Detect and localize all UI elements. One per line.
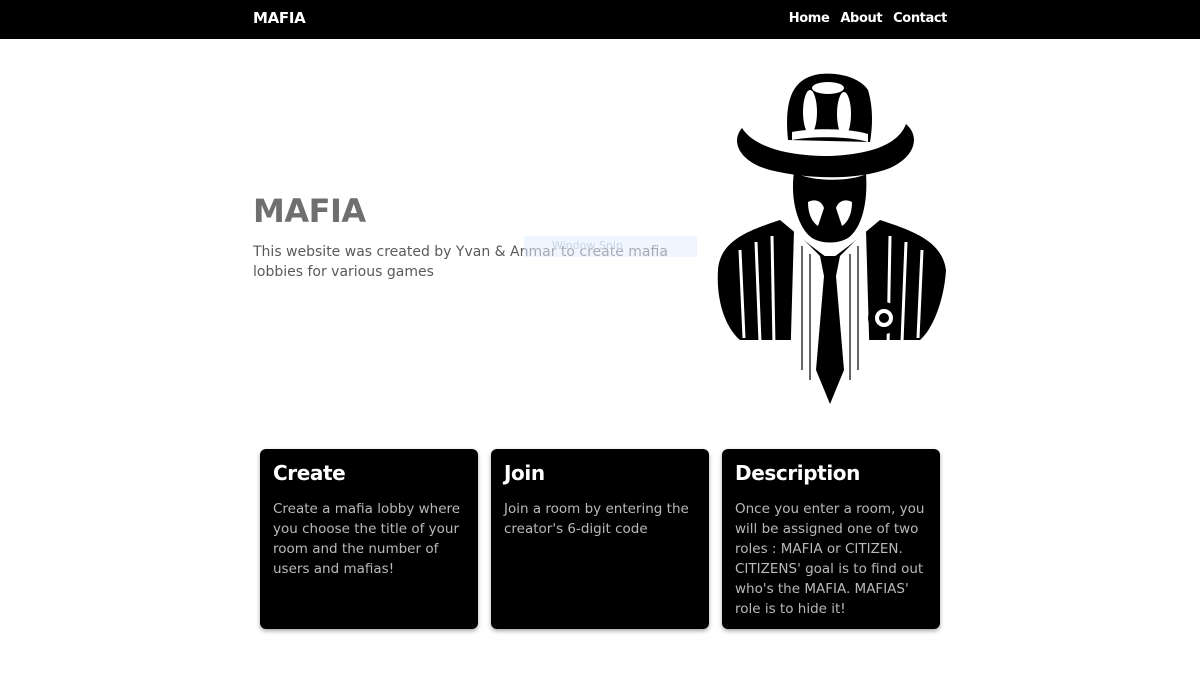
- create-card-text: Create a mafia lobby where you choose th…: [273, 501, 461, 577]
- hero-title: MAFIA: [253, 192, 366, 230]
- nav-about-link[interactable]: About: [840, 11, 882, 26]
- nav-contact-link[interactable]: Contact: [893, 11, 947, 26]
- feature-cards: Create Create a mafia lobby where you ch…: [260, 449, 940, 629]
- mafia-man-illustration: [717, 73, 946, 406]
- join-card-title: Join: [504, 461, 545, 485]
- create-card[interactable]: Create Create a mafia lobby where you ch…: [260, 449, 478, 629]
- brand-logo-link[interactable]: MAFIA: [253, 9, 306, 27]
- join-card[interactable]: Join Join a room by entering the creator…: [491, 449, 709, 629]
- nav-home-link[interactable]: Home: [789, 11, 830, 26]
- description-card-text: Once you enter a room, you will be assig…: [735, 501, 925, 617]
- create-card-title: Create: [273, 461, 346, 485]
- join-card-text: Join a room by entering the creator's 6-…: [504, 501, 689, 537]
- description-card-title: Description: [735, 461, 860, 485]
- top-navbar: MAFIA Home About Contact: [0, 0, 1200, 39]
- window-snip-overlay: Window Snip: [524, 236, 697, 257]
- nav-links: Home About Contact: [789, 11, 948, 26]
- description-card[interactable]: Description Once you enter a room, you w…: [722, 449, 940, 629]
